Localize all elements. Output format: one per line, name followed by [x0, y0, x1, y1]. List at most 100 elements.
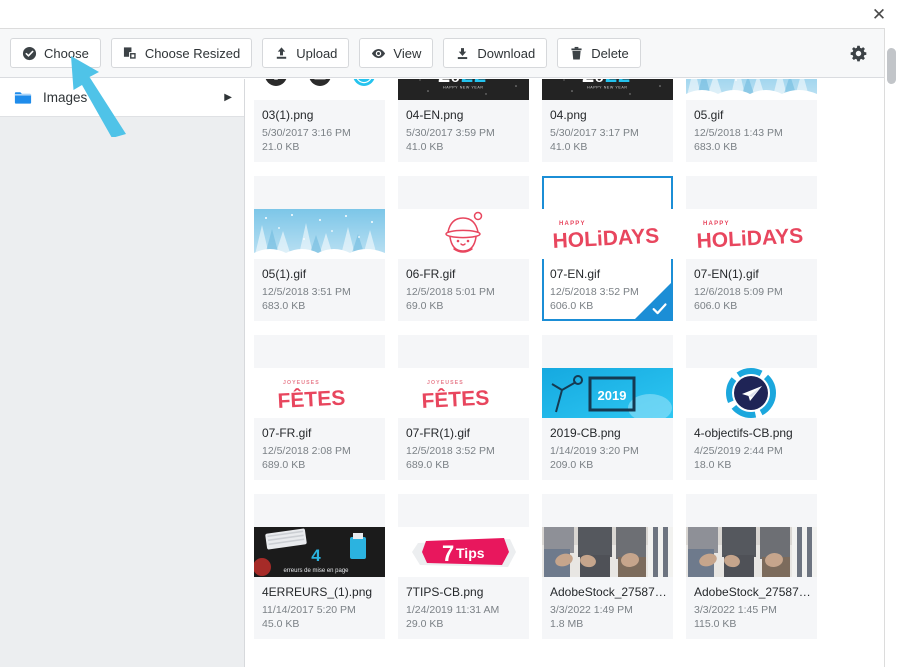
file-thumbnail: 2 o 2 2 HAPPY NEW YEAR — [542, 79, 673, 100]
file-tile[interactable]: JOYEUSES FÊTES 07-FR.gif 12/5/2018 2:08 P… — [254, 335, 385, 480]
thumbnail-image: HAPPY HOLiDAYS — [542, 209, 673, 259]
upload-arrow-icon — [274, 46, 289, 61]
selected-check-icon — [652, 303, 667, 315]
toolbar: Choose Choose Resized Upload View Downlo… — [0, 29, 884, 78]
vertical-scrollbar-track[interactable] — [887, 30, 896, 663]
chevron-right-icon[interactable]: ▶ — [224, 92, 232, 103]
check-circle-icon — [22, 46, 37, 61]
file-tile[interactable]: 2019 2019-CB.png 1/14/2019 3:20 PM 209.0 K… — [542, 335, 673, 480]
file-tile[interactable]: 4 erreurs de mise en page 4ERREURS_(1).p… — [254, 494, 385, 639]
sidebar-item-images[interactable]: Images ▶ — [0, 79, 244, 117]
file-size: 689.0 KB — [406, 459, 450, 471]
svg-text:JOYEUSES: JOYEUSES — [427, 380, 464, 386]
svg-text:FÊTES: FÊTES — [421, 385, 490, 413]
file-name: 2019-CB.png — [550, 426, 621, 440]
choose-button-label: Choose — [44, 45, 89, 61]
thumbnail-image: 7 Tips — [398, 527, 529, 577]
file-thumbnail: 2 o 2 2 HAPPY NEW YEAR — [398, 79, 529, 100]
file-tile[interactable]: HAPPY HOLiDAYS 07-EN(1).gif 12/6/2018 5:0… — [686, 176, 817, 321]
file-grid: S 03(1).png 5/30/2017 3:16 PM 21.0 KB 2 o … — [254, 79, 874, 653]
delete-button[interactable]: Delete — [557, 38, 641, 68]
file-meta: AdobeStock_275874… 3/3/2022 1:45 PM 115.0 … — [694, 585, 811, 631]
file-thumbnail — [254, 209, 385, 259]
file-grid-area[interactable]: S 03(1).png 5/30/2017 3:16 PM 21.0 KB 2 o … — [245, 79, 884, 667]
file-meta: 03(1).png 5/30/2017 3:16 PM 21.0 KB — [262, 108, 379, 154]
svg-text:HAPPY NEW YEAR: HAPPY NEW YEAR — [443, 86, 484, 90]
file-meta: 05(1).gif 12/5/2018 3:51 PM 683.0 KB — [262, 267, 379, 313]
file-size: 209.0 KB — [550, 459, 594, 471]
file-date: 1/24/2019 11:31 AM — [406, 604, 500, 616]
file-meta: 4ERREURS_(1).png 11/14/2017 5:20 PM 45.0 K… — [262, 585, 379, 631]
file-thumbnail — [686, 79, 817, 100]
file-thumbnail: JOYEUSES FÊTES — [254, 368, 385, 418]
svg-text:HAPPY NEW YEAR: HAPPY NEW YEAR — [587, 86, 628, 90]
file-date: 4/25/2019 2:44 PM — [694, 445, 783, 457]
thumbnail-image: 2019 — [542, 368, 673, 418]
file-meta: 07-FR(1).gif 12/5/2018 3:52 PM 689.0 KB — [406, 426, 523, 472]
choose-resized-button[interactable]: Choose Resized — [110, 38, 253, 68]
resize-layers-icon — [123, 46, 138, 61]
file-date: 3/3/2022 1:49 PM — [550, 604, 633, 616]
file-size: 683.0 KB — [262, 300, 306, 312]
file-date: 12/5/2018 3:52 PM — [406, 445, 495, 457]
file-date: 12/5/2018 1:43 PM — [694, 127, 783, 139]
folder-sidebar: Images ▶ — [0, 79, 245, 667]
sidebar-item-label: Images — [43, 90, 88, 105]
file-tile[interactable]: JOYEUSES FÊTES 07-FR(1).gif 12/5/2018 3:5… — [398, 335, 529, 480]
file-thumbnail: 7 Tips — [398, 527, 529, 577]
file-date: 12/5/2018 3:51 PM — [262, 286, 351, 298]
file-size: 41.0 KB — [406, 141, 444, 153]
thumbnail-image — [686, 368, 817, 418]
file-size: 21.0 KB — [262, 141, 300, 153]
file-tile[interactable]: 05(1).gif 12/5/2018 3:51 PM 683.0 KB — [254, 176, 385, 321]
file-name: 04-EN.png — [406, 108, 464, 122]
file-tile[interactable]: S 03(1).png 5/30/2017 3:16 PM 21.0 KB — [254, 79, 385, 162]
file-meta: AdobeStock_275874… 3/3/2022 1:49 PM 1.8 MB — [550, 585, 667, 631]
file-thumbnail: HAPPY HOLiDAYS — [686, 209, 817, 259]
file-name: 4ERREURS_(1).png — [262, 585, 373, 599]
file-meta: 07-FR.gif 12/5/2018 2:08 PM 689.0 KB — [262, 426, 379, 472]
file-tile[interactable]: 05.gif 12/5/2018 1:43 PM 683.0 KB — [686, 79, 817, 162]
vertical-scrollbar-thumb[interactable] — [887, 48, 896, 84]
file-tile[interactable]: 7 Tips 7TIPS-CB.png 1/24/2019 11:31 AM 29.… — [398, 494, 529, 639]
svg-text:HAPPY: HAPPY — [703, 221, 730, 227]
thumbnail-image — [542, 527, 673, 577]
file-thumbnail: 4 erreurs de mise en page — [254, 527, 385, 577]
file-size: 18.0 KB — [694, 459, 732, 471]
thumbnail-image: HAPPY HOLiDAYS — [686, 209, 817, 259]
eye-icon — [371, 46, 386, 61]
file-tile[interactable]: AdobeStock_275874… 3/3/2022 1:49 PM 1.8 MB — [542, 494, 673, 639]
file-tile[interactable]: HAPPY HOLiDAYS 07-EN.gif 12/5/2018 3:52 P… — [542, 176, 673, 321]
file-tile[interactable]: AdobeStock_275874… 3/3/2022 1:45 PM 115.0 … — [686, 494, 817, 639]
file-tile[interactable]: 4-objectifs-CB.png 4/25/2019 2:44 PM 18.0 … — [686, 335, 817, 480]
delete-button-label: Delete — [591, 45, 629, 61]
upload-button[interactable]: Upload — [262, 38, 350, 68]
trash-icon — [569, 46, 584, 61]
close-icon[interactable]: ✕ — [868, 3, 890, 25]
file-name: 05(1).gif — [262, 267, 307, 281]
svg-text:JOYEUSES: JOYEUSES — [283, 380, 320, 386]
file-tile[interactable]: 2 o 2 2 HAPPY NEW YEAR 04.png 5/30/2017 3… — [542, 79, 673, 162]
file-thumbnail — [686, 368, 817, 418]
svg-text:4: 4 — [311, 546, 321, 565]
svg-text:FÊTES: FÊTES — [277, 385, 346, 413]
view-button[interactable]: View — [359, 38, 434, 68]
file-size: 69.0 KB — [406, 300, 444, 312]
file-thumbnail: HAPPY HOLiDAYS — [542, 209, 673, 259]
thumbnail-image: 2 o 2 2 HAPPY NEW YEAR — [542, 79, 673, 100]
download-button[interactable]: Download — [443, 38, 548, 68]
file-date: 5/30/2017 3:59 PM — [406, 127, 495, 139]
file-date: 12/6/2018 5:09 PM — [694, 286, 783, 298]
file-name: 07-FR(1).gif — [406, 426, 471, 440]
download-button-label: Download — [477, 45, 536, 61]
file-thumbnail: JOYEUSES FÊTES — [398, 368, 529, 418]
file-name: AdobeStock_275874… — [694, 585, 811, 599]
svg-text:o: o — [595, 79, 604, 85]
file-tile[interactable]: 06-FR.gif 12/5/2018 5:01 PM 69.0 KB — [398, 176, 529, 321]
file-name: 07-EN.gif — [550, 267, 601, 281]
gear-icon[interactable] — [848, 43, 868, 63]
download-arrow-icon — [455, 46, 470, 61]
file-tile[interactable]: 2 o 2 2 HAPPY NEW YEAR 04-EN.png 5/30/201… — [398, 79, 529, 162]
choose-button[interactable]: Choose — [10, 38, 101, 68]
thumbnail-image: S — [254, 79, 385, 100]
